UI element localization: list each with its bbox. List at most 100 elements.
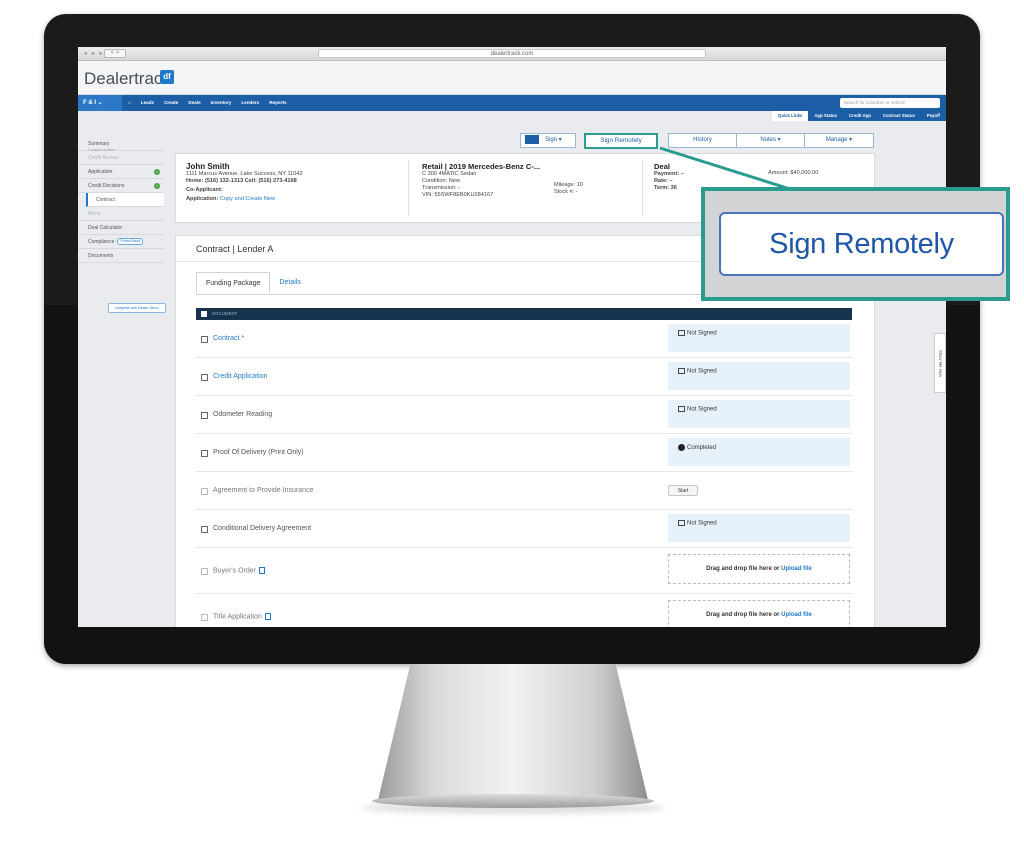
- monitor-screen: ● ● ● < > dealertrack.com Dealertrack df…: [78, 47, 946, 627]
- document-name: Conditional Delivery Agreement: [213, 525, 312, 532]
- document-column-header: DOCUMENT: [212, 311, 238, 316]
- document-name: Title Application: [213, 613, 271, 620]
- quick-link-credit-app[interactable]: Credit App: [843, 111, 877, 121]
- sidebar-item-contract[interactable]: Contract: [86, 193, 164, 207]
- row-checkbox[interactable]: [201, 374, 208, 381]
- document-icon[interactable]: [258, 567, 265, 574]
- nav-item-inventory[interactable]: Inventory: [211, 95, 232, 111]
- document-status: Completed: [668, 438, 850, 466]
- table-row: Credit Application Not Signed: [196, 358, 852, 396]
- vehicle-transmission: Transmission: -: [422, 185, 461, 191]
- sidebar-item-label: Credit Decisions: [88, 183, 125, 189]
- copy-create-new-link[interactable]: Copy and Create New: [220, 196, 275, 202]
- browser-nav-arrows[interactable]: < >: [104, 49, 126, 58]
- status-text: Not Signed: [687, 520, 717, 527]
- quick-link-contract-status[interactable]: Contract Status: [876, 111, 921, 121]
- deal-title: Deal: [654, 162, 671, 171]
- tab-funding-package[interactable]: Funding Package: [196, 272, 271, 294]
- dealertrack-logo[interactable]: Dealertrack: [84, 69, 171, 89]
- main-nav: F & I ⌄ ⌂ Leads Create Deals Inventory L…: [78, 95, 946, 111]
- quick-link-quick-links[interactable]: Quick Links: [772, 111, 809, 121]
- document-name: Buyer's Order: [213, 567, 265, 574]
- row-checkbox[interactable]: [201, 488, 208, 495]
- nav-item-deals[interactable]: Deals: [188, 95, 200, 111]
- edit-sign-icon: [678, 520, 685, 526]
- module-switcher[interactable]: F & I ⌄: [78, 95, 122, 111]
- row-checkbox[interactable]: [201, 568, 208, 575]
- notes-dropdown-button[interactable]: Notes ▾: [737, 134, 805, 147]
- customer-address: 1111 Marcus Avenue, Lake Success, NY 110…: [186, 171, 303, 177]
- url-bar[interactable]: dealertrack.com: [318, 49, 706, 58]
- deal-amount: Amount: $40,000.00: [768, 170, 819, 176]
- row-checkbox[interactable]: [201, 450, 208, 457]
- sidebar-item-credit-bureau[interactable]: Credit Bureau: [78, 151, 164, 165]
- deal-action-row: Sign ▾ Sign Remotely History Notes ▾ Man…: [520, 133, 874, 149]
- home-icon[interactable]: ⌂: [128, 95, 131, 111]
- row-checkbox[interactable]: [201, 412, 208, 419]
- file-drop-zone[interactable]: Drag and drop file here or Upload file: [668, 600, 850, 627]
- vehicle-column: Retail | 2019 Mercedes-Benz C-... C 300 …: [422, 162, 540, 199]
- document-icon[interactable]: [264, 613, 271, 620]
- document-name-link[interactable]: Credit Application: [213, 373, 267, 380]
- start-button[interactable]: Start: [668, 485, 698, 496]
- sign-remotely-callout: Sign Remotely: [701, 187, 1010, 301]
- row-checkbox[interactable]: [201, 614, 208, 621]
- application-label: Application:: [186, 196, 219, 202]
- status-text: Not Signed: [687, 368, 717, 375]
- show-me-how-tab[interactable]: Show Me How: [934, 333, 946, 393]
- deal-rate: Rate: –: [654, 178, 673, 184]
- document-status: Not Signed: [668, 400, 850, 428]
- row-checkbox[interactable]: [201, 336, 208, 343]
- select-all-checkbox[interactable]: [201, 311, 207, 317]
- manage-dropdown-button[interactable]: Manage ▾: [805, 134, 873, 147]
- sign-dropdown-button[interactable]: Sign ▾: [520, 133, 576, 148]
- window-controls-icon[interactable]: ● ● ●: [84, 51, 103, 57]
- compliance-badge: Protect Basic: [117, 238, 144, 246]
- document-name-link[interactable]: Contract *: [213, 335, 244, 342]
- sidebar-item-label: Documents: [88, 253, 114, 259]
- customer-column: John Smith 1111 Marcus Avenue, Lake Succ…: [186, 162, 303, 203]
- history-button[interactable]: History: [669, 134, 737, 147]
- row-checkbox[interactable]: [201, 526, 208, 533]
- document-name: Odometer Reading: [213, 411, 273, 418]
- sidebar-item-label: Summary: [88, 141, 110, 147]
- tab-details[interactable]: Details: [270, 272, 309, 294]
- sidebar-item-application[interactable]: Application ✓: [78, 165, 164, 179]
- upload-file-link[interactable]: Upload file: [781, 612, 812, 618]
- sign-remotely-button[interactable]: Sign Remotely: [584, 133, 658, 149]
- quick-link-app-status[interactable]: App Status: [808, 111, 844, 121]
- deal-button-group: History Notes ▾ Manage ▾: [668, 133, 874, 148]
- sidebar-item-deal-calculator[interactable]: Deal Calculator: [78, 221, 164, 235]
- table-row: Buyer's Order Drag and drop file here or…: [196, 548, 852, 594]
- nav-item-lenders[interactable]: Lenders: [241, 95, 259, 111]
- sidebar-item-credit-decisions[interactable]: Credit Decisions ✓: [78, 179, 164, 193]
- nav-item-leads[interactable]: Leads: [141, 95, 154, 111]
- deal-amount-column: Amount: $40,000.00: [768, 170, 818, 177]
- table-row: Contract * Not Signed: [196, 320, 852, 358]
- customer-name: John Smith: [186, 162, 230, 171]
- deal-term: Term: 36: [654, 185, 677, 191]
- sidebar-item-compliance[interactable]: Compliance Protect Basic: [78, 235, 164, 249]
- nav-item-reports[interactable]: Reports: [269, 95, 286, 111]
- document-name: Agreement to Provide Insurance: [213, 487, 314, 494]
- file-drop-zone[interactable]: Drag and drop file here or Upload file: [668, 554, 850, 584]
- card-divider: [642, 160, 643, 216]
- deal-sidebar: Summary Contract Verified Credit Bureau …: [78, 137, 166, 437]
- integrate-dealer-menu-button[interactable]: Integrate with Dealer Menu: [108, 303, 166, 313]
- vehicle-model: C 300 4MATIC Sedan: [422, 171, 477, 177]
- contract-tabs: Funding Package Details: [196, 272, 310, 294]
- document-status: Not Signed: [668, 514, 850, 542]
- sidebar-item-summary[interactable]: Summary Contract Verified: [78, 137, 164, 152]
- sidebar-item-menu[interactable]: Menu: [78, 207, 164, 221]
- nav-item-create[interactable]: Create: [164, 95, 178, 111]
- sidebar-item-label: Compliance: [88, 239, 115, 245]
- global-search-input[interactable]: Search for customer or vehicle: [840, 98, 940, 108]
- sidebar-item-label: Application: [88, 169, 113, 175]
- table-row: Agreement to Provide Insurance Start: [196, 472, 852, 510]
- co-applicant-label: Co-Applicant:: [186, 187, 223, 193]
- sign-remotely-zoom-button[interactable]: Sign Remotely: [719, 212, 1004, 276]
- upload-file-link[interactable]: Upload file: [781, 566, 812, 572]
- sidebar-item-documents[interactable]: Documents: [78, 249, 164, 263]
- edit-sign-icon: [678, 330, 685, 336]
- quick-link-payoff[interactable]: Payoff: [920, 111, 946, 121]
